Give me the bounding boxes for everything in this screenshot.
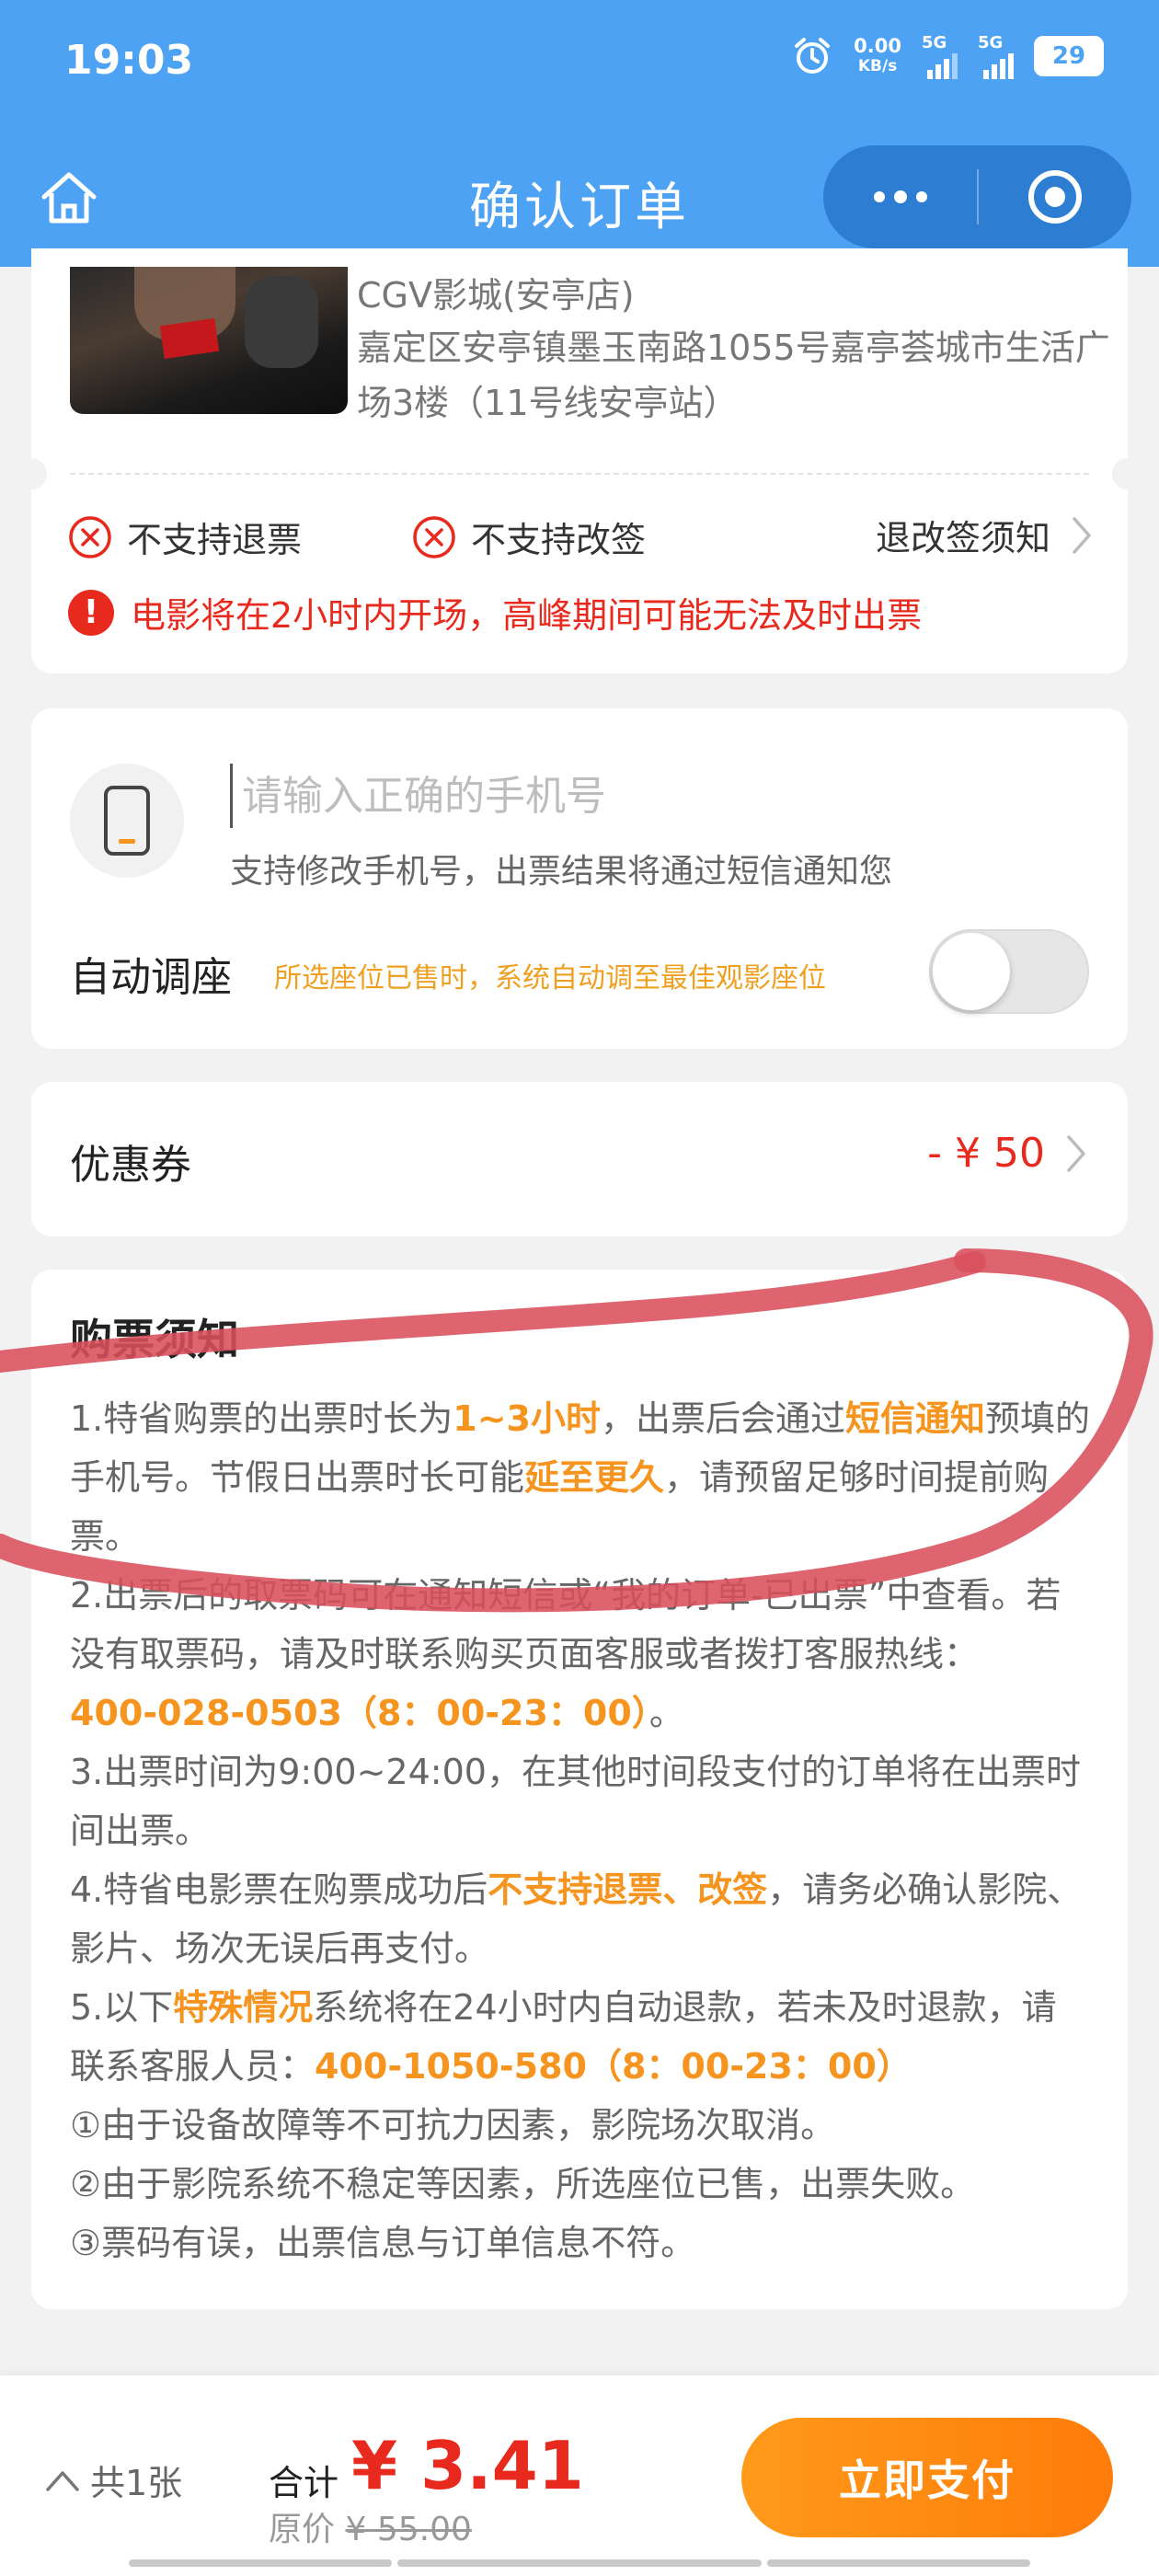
network-speed-unit: KB/s [857, 57, 898, 75]
network-speed-value: 0.00 [854, 35, 901, 57]
refund-rules-link[interactable]: 退改签须知 [876, 510, 1093, 560]
pay-now-button[interactable]: 立即支付 [741, 2418, 1113, 2537]
sim1-label: 5G [922, 33, 947, 52]
cinema-name: CGV影城(安亭店) [357, 275, 635, 316]
chevron-right-icon [1073, 516, 1091, 554]
refund-reason-2: ②由于影院系统不稳定等因素，所选座位已售，出票失败。 [70, 2164, 976, 2204]
ticket-notch-right [1112, 458, 1143, 489]
notice-item-5: 5.以下特殊情况系统将在24小时内自动退款，若未及时退款，请联系客服人员：400… [70, 1987, 1057, 2087]
top-bar: 19:03 0.00 KB/s 5G 5G 29 确认订单 [0, 0, 1159, 267]
ticket-count: 共1张 [90, 2463, 183, 2503]
gesture-bar-center [397, 2559, 762, 2567]
auto-seat-toggle[interactable] [929, 929, 1089, 1014]
signal-icon-2: 5G [978, 33, 1014, 79]
cinema-address: 嘉定区安亭镇墨玉南路1055号嘉亭荟城市生活广场3楼（11号线安亭站） [357, 328, 1110, 423]
warning-text: 电影将在2小时内开场，高峰期间可能无法及时出票 [131, 595, 923, 636]
hotline-2[interactable]: 400-1050-580（8：00-23：00） [315, 2046, 912, 2087]
battery-icon: 29 [1034, 36, 1104, 76]
gesture-bar-left [129, 2559, 392, 2567]
gesture-bar-right [767, 2559, 1030, 2567]
no-change-label: 不支持改签 [471, 520, 647, 560]
refund-rules-label: 退改签须知 [875, 518, 1050, 558]
no-refund-policy: 不支持退票 [68, 512, 302, 562]
coupon-label: 优惠券 [70, 1142, 191, 1189]
total-price: ¥ 3.41 [351, 2427, 584, 2504]
refund-reason-3: ③票码有误，出票信息与订单信息不符。 [70, 2223, 696, 2263]
phone-icon [70, 764, 184, 878]
ticket-count-toggle[interactable]: 共1张 [44, 2455, 182, 2505]
refund-reason-1: ①由于设备故障等不可抗力因素，影院场次取消。 [70, 2105, 836, 2145]
notice-title: 购票须知 [70, 1315, 239, 1364]
original-price-label: 原价 [269, 2511, 336, 2548]
showtime-warning: ! 电影将在2小时内开场，高峰期间可能无法及时出票 [68, 587, 922, 638]
total-label: 合计 [269, 2463, 339, 2503]
sim2-label: 5G [978, 33, 1004, 52]
chevron-right-icon [1067, 1134, 1085, 1172]
cinema-card: CGV影城(安亭店) 嘉定区安亭镇墨玉南路1055号嘉亭荟城市生活广场3楼（11… [16, 248, 1143, 673]
hotline-1[interactable]: 400-028-0503（8：00-23：00） [70, 1693, 649, 1733]
status-icons: 0.00 KB/s 5G 5G 29 [791, 33, 1104, 79]
more-button[interactable] [823, 145, 977, 248]
auto-seat-label: 自动调座 [70, 954, 232, 1001]
status-time: 19:03 [64, 37, 194, 84]
phone-hint: 支持修改手机号，出票结果将通过短信通知您 [230, 853, 893, 891]
original-price: 原价 ¥ 55.00 [269, 2502, 472, 2550]
no-change-policy: 不支持改签 [412, 512, 646, 562]
original-price-value: ¥ 55.00 [345, 2511, 472, 2548]
network-speed: 0.00 KB/s [854, 36, 901, 76]
auto-seat-description: 所选座位已售时，系统自动调至最佳观影座位 [274, 962, 826, 995]
coupon-row[interactable]: 优惠券 - ¥ 50 [31, 1082, 1128, 1236]
purchase-notice-card: 购票须知 1.特省购票的出票时长为1~3小时，出票后会通过短信通知预填的手机号。… [31, 1270, 1128, 2309]
no-refund-label: 不支持退票 [127, 520, 303, 560]
close-button[interactable] [979, 145, 1131, 248]
signal-icon-1: 5G [922, 33, 958, 79]
notice-body: 1.特省购票的出票时长为1~3小时，出票后会通过短信通知预填的手机号。节假日出票… [70, 1389, 1091, 2272]
alarm-icon [795, 38, 831, 74]
dashed-divider [70, 473, 1089, 475]
x-circle-icon [413, 515, 455, 558]
exclamation-icon: ! [68, 589, 114, 636]
notice-item-4: 4.特省电影票在购票成功后不支持退票、改签，请务必确认影院、影片、场次无误后再支… [70, 1869, 1083, 1969]
notice-item-1: 1.特省购票的出票时长为1~3小时，出票后会通过短信通知预填的手机号。节假日出票… [70, 1398, 1091, 1557]
checkout-bar: 共1张 合计 ¥ 3.41 原价 ¥ 55.00 立即支付 [0, 2375, 1159, 2576]
coupon-value: - ¥ 50 [927, 1130, 1087, 1177]
contact-card: 支持修改手机号，出票结果将通过短信通知您 自动调座 所选座位已售时，系统自动调至… [31, 708, 1128, 1049]
phone-input[interactable] [230, 764, 1070, 828]
mini-program-capsule [823, 145, 1131, 248]
chevron-up-icon [46, 2470, 79, 2491]
x-circle-icon [69, 515, 111, 558]
coupon-amount: - ¥ 50 [927, 1130, 1045, 1177]
ticket-notch-left [16, 458, 47, 489]
notice-item-2: 2.出票后的取票码可在通知短信或“我的订单-已出票”中查看。若没有取票码，请及时… [70, 1575, 1061, 1733]
close-target-icon [1028, 170, 1082, 224]
notice-item-3: 3.出票时间为9:00~24:00，在其他时间段支付的订单将在出票时间出票。 [70, 1752, 1081, 1851]
movie-poster [70, 267, 348, 414]
